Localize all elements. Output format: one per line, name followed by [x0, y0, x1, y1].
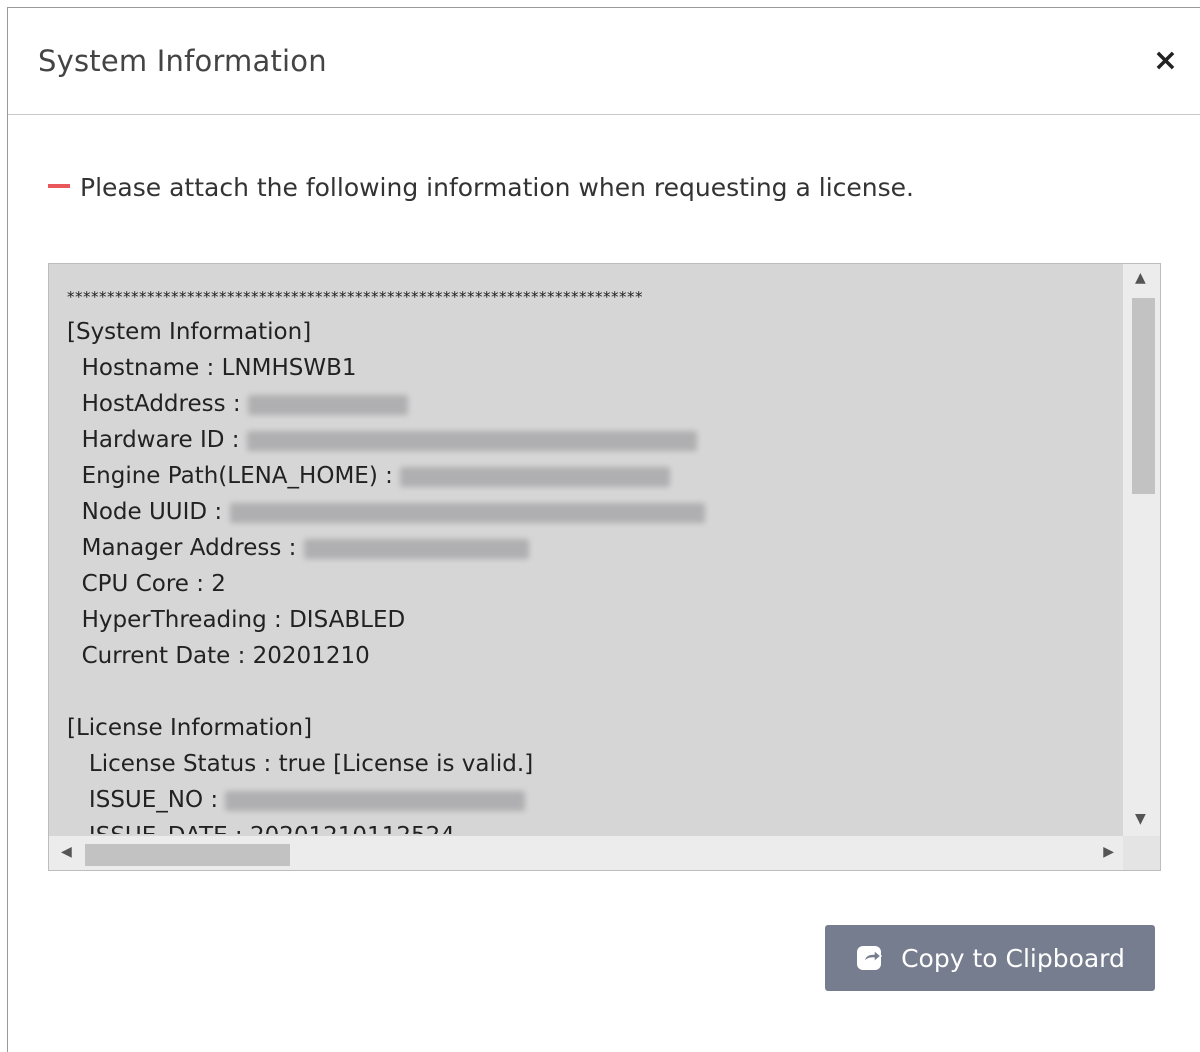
hyperthreading-line: HyperThreading : DISABLED: [67, 607, 406, 633]
vertical-scroll-thumb[interactable]: [1132, 298, 1155, 494]
engine-path-line: Engine Path(LENA_HOME) :: [67, 458, 1117, 494]
hostname-line: Hostname : LNMHSWB1: [67, 355, 357, 381]
redacted-value: [229, 502, 705, 523]
red-dash-icon: [48, 184, 70, 188]
redacted-value: [400, 466, 671, 487]
license-info-header: [License Information]: [67, 715, 313, 741]
scroll-up-arrow-icon[interactable]: ▲: [1135, 270, 1146, 286]
redacted-value: [303, 538, 529, 559]
system-information-dialog: System Information × Please attach the f…: [7, 7, 1200, 1052]
host-address-label: HostAddress :: [67, 391, 248, 417]
current-date-line: Current Date : 20201210: [67, 643, 370, 669]
dialog-header: System Information ×: [8, 8, 1200, 115]
node-uuid-label: Node UUID :: [67, 499, 230, 525]
close-icon[interactable]: ×: [1153, 46, 1178, 76]
horizontal-scroll-thumb[interactable]: [85, 844, 290, 866]
issue-no-line: ISSUE_NO :: [67, 782, 1117, 818]
share-icon: [857, 946, 882, 970]
redacted-value: [247, 394, 408, 415]
horizontal-scrollbar[interactable]: ◀ ▶: [49, 836, 1124, 870]
issue-no-label: ISSUE_NO :: [67, 787, 226, 813]
license-status-line: License Status : true [License is valid.…: [67, 751, 534, 777]
scroll-right-arrow-icon[interactable]: ▶: [1103, 844, 1114, 860]
scroll-down-arrow-icon[interactable]: ▼: [1135, 811, 1146, 827]
info-content: ****************************************…: [67, 286, 1117, 834]
scroll-left-arrow-icon[interactable]: ◀: [61, 844, 72, 860]
copy-button-label: Copy to Clipboard: [901, 943, 1125, 973]
engine-path-label: Engine Path(LENA_HOME) :: [67, 463, 401, 489]
notice-text: Please attach the following information …: [48, 173, 914, 202]
redacted-value: [225, 790, 526, 811]
host-address-line: HostAddress :: [67, 386, 1117, 422]
redacted-value: [246, 430, 697, 451]
cpu-core-line: CPU Core : 2: [67, 571, 226, 597]
system-info-textarea[interactable]: ****************************************…: [48, 263, 1161, 871]
vertical-scrollbar[interactable]: ▲ ▼: [1123, 264, 1160, 837]
issue-date-line: ISSUE_DATE : 20201210112524: [67, 818, 1117, 834]
manager-address-label: Manager Address :: [67, 535, 304, 561]
separator-line: ****************************************…: [67, 288, 643, 306]
dialog-title: System Information: [38, 44, 327, 78]
system-info-header: [System Information]: [67, 319, 312, 345]
scrollbar-corner: [1123, 836, 1160, 870]
copy-to-clipboard-button[interactable]: Copy to Clipboard: [825, 925, 1155, 991]
hardware-id-label: Hardware ID :: [67, 427, 247, 453]
hardware-id-line: Hardware ID :: [67, 422, 1117, 458]
notice-label: Please attach the following information …: [80, 173, 914, 202]
manager-address-line: Manager Address :: [67, 530, 1117, 566]
node-uuid-line: Node UUID :: [67, 494, 1117, 530]
